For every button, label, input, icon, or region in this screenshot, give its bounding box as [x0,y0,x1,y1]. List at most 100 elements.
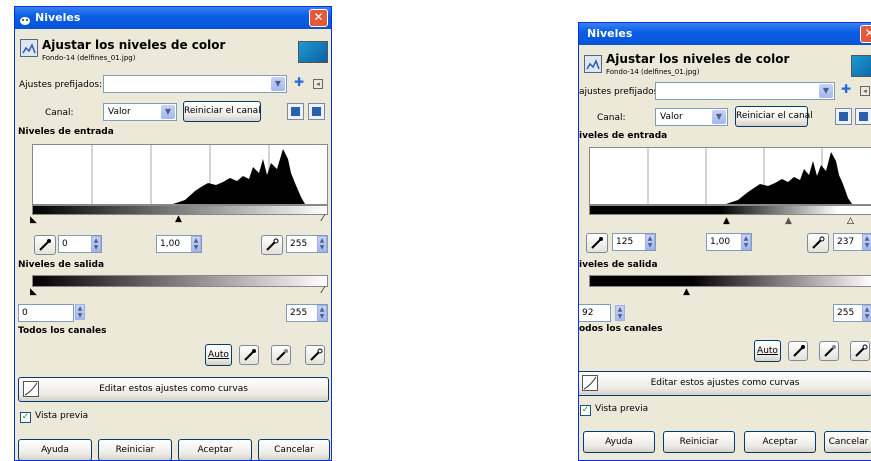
preset-menu-icon[interactable]: ◂ [860,86,870,96]
auto-button[interactable]: Auto [754,340,781,362]
add-preset-icon[interactable]: ✚ [294,75,304,89]
edit-as-curves-button[interactable]: Editar estos ajustes como curvas [579,371,871,396]
add-preset-icon[interactable]: ✚ [841,82,851,96]
output-low-handle[interactable]: ◣ [30,288,37,297]
input-gamma-handle[interactable]: ▲ [175,215,182,224]
output-levels-heading: Niveles de salida [18,260,105,270]
chevron-down-icon: ▼ [161,105,175,119]
dialog-heading: Ajustar los niveles de color [606,52,790,66]
spin-arrows-icon[interactable]: ▲ ▼ [91,236,101,252]
output-low-spin[interactable]: 0 ▲ ▼ [18,304,85,322]
preview-checkbox[interactable]: ✓ [20,412,31,423]
histogram-plot [91,145,305,204]
channel-combo[interactable]: Valor ▼ [103,103,177,121]
presets-label: Ajustes prefijados: [19,80,103,90]
image-name: Fondo-14 (delfines_01.jpg) [42,54,136,62]
spin-arrows-icon[interactable]: ▲ ▼ [317,236,327,252]
title-bar[interactable]: Niveles ✕ [579,23,871,45]
spin-arrows-icon[interactable]: ▲ ▼ [191,236,201,252]
input-low-spin[interactable]: 0 ▲ ▼ [58,235,102,253]
input-low-handle[interactable]: ▲ [723,217,730,226]
ok-button[interactable]: Aceptar [178,439,252,460]
image-name: Fondo-14 (delfines_01.jpg) [606,68,700,76]
curves-icon [582,375,598,391]
log-histogram-icon[interactable] [308,103,325,120]
output-low-spin[interactable]: 92 [579,304,611,322]
input-high-handle[interactable]: △ [847,217,854,226]
input-high-handle[interactable]: ⁄ [322,215,324,224]
edit-as-curves-button[interactable]: Editar estos ajustes como curvas [18,377,329,402]
output-high-spin[interactable]: 255 ▲ ▼ [286,304,328,322]
input-gradient [589,205,871,215]
eyedropper-icon [39,239,51,251]
channel-label: Canal: [597,113,626,123]
preview-checkbox[interactable]: ✓ [580,405,591,416]
cancel-button[interactable]: Cancelar [824,431,871,453]
input-low-spin[interactable]: 125 ▲ ▼ [612,233,656,251]
input-high-spin[interactable]: 255 ▲ ▼ [286,235,328,253]
spin-arrows-icon[interactable]: ▲ ▼ [75,304,85,320]
eyedropper-icon [855,344,868,357]
pick-white-point-button[interactable] [807,233,829,253]
pick-black-point-button[interactable] [586,233,608,253]
white-point-tool[interactable] [850,341,870,361]
eyedropper-icon [276,349,288,361]
output-low-handle[interactable]: ▲ [683,288,690,297]
output-gradient [589,275,871,287]
eyedropper-icon [793,345,805,357]
title-bar[interactable]: Niveles ✕ [15,7,331,29]
channel-label: Canal: [45,108,74,118]
log-histogram-icon[interactable] [855,108,871,125]
eyedropper-icon [591,237,603,249]
black-point-tool[interactable] [239,345,259,365]
output-high-spin[interactable]: 255 ▲ ▼ [833,304,871,322]
spin-arrows-icon[interactable]: ▲ ▼ [317,305,327,321]
spin-arrows-icon[interactable]: ▲ ▼ [645,234,655,250]
presets-label: ajustes prefijados: [579,87,662,97]
linear-histogram-icon[interactable] [835,108,852,125]
output-high-handle[interactable]: ⁄ [322,287,324,296]
input-low-handle[interactable]: ◣ [30,216,37,225]
preset-menu-icon[interactable]: ◂ [313,79,323,89]
gamma-spin[interactable]: 1,00 ▲ ▼ [156,235,202,253]
gray-point-tool[interactable] [819,341,839,361]
spin-arrows-icon[interactable]: ▲ ▼ [862,234,871,250]
dialog-heading: Ajustar los niveles de color [42,38,226,52]
reset-channel-button[interactable]: Reiniciar el canal [735,106,813,127]
spin-arrows-icon[interactable]: ▲ ▼ [862,305,871,321]
ok-button[interactable]: Aceptar [744,431,816,453]
eyedropper-icon [244,349,256,361]
reset-channel-button[interactable]: Reiniciar el canal [183,101,261,122]
help-button[interactable]: Ayuda [583,431,655,453]
close-button[interactable]: ✕ [860,25,871,43]
reset-button[interactable]: Reiniciar [98,439,172,460]
cancel-button[interactable]: Cancelar [258,439,330,460]
presets-combo[interactable]: ▼ [103,75,287,93]
gamma-spin[interactable]: 1,00 ▲ ▼ [706,233,752,251]
input-gamma-handle[interactable]: ▲ [785,217,792,226]
levels-dialog-left: Niveles ✕ Ajustar los niveles de color F… [14,6,332,461]
input-levels-heading: Niveles de entrada [18,127,114,137]
input-high-spin[interactable]: 237 ▲ ▼ [833,233,871,251]
window-title: Niveles [35,11,81,24]
spin-arrows-icon[interactable]: ▲ ▼ [741,234,751,250]
pick-black-point-button[interactable] [34,235,56,255]
black-point-tool[interactable] [788,341,808,361]
auto-button[interactable]: Auto [205,344,232,366]
pick-white-point-button[interactable] [261,235,283,255]
help-button[interactable]: Ayuda [18,439,92,460]
channel-combo[interactable]: Valor ▼ [655,108,728,126]
white-point-tool[interactable] [305,345,325,365]
chevron-down-icon: ▼ [271,77,285,91]
gray-point-tool[interactable] [271,345,291,365]
output-levels-heading: iveles de salida [579,260,658,270]
reset-button[interactable]: Reiniciar [663,431,735,453]
linear-histogram-icon[interactable] [287,103,304,120]
spin-arrows-icon[interactable]: ▲ ▼ [615,305,625,321]
input-levels-heading: iveles de entrada [579,131,668,141]
presets-combo[interactable]: ▼ [655,82,835,100]
close-button[interactable]: ✕ [309,9,328,27]
image-thumbnail [298,41,328,63]
window-title: Niveles [587,27,633,40]
levels-dialog-icon [20,39,38,57]
